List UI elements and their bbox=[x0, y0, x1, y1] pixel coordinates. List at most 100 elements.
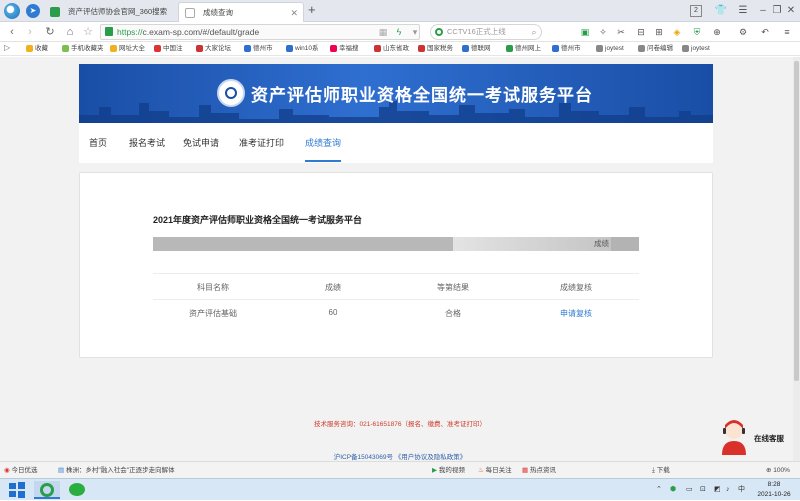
wechat-icon[interactable] bbox=[64, 481, 90, 499]
bookmark-item[interactable]: 德州网上 bbox=[506, 42, 541, 56]
bookmark-item[interactable]: 山东省政 bbox=[374, 42, 409, 56]
tray-volume-icon[interactable]: ♪ bbox=[726, 479, 730, 501]
new-tab-button[interactable]: + bbox=[308, 2, 316, 17]
nav-grade-query[interactable]: 成绩查询 bbox=[305, 136, 342, 162]
apply-review-link[interactable]: 申请复核 bbox=[513, 308, 639, 319]
search-input[interactable]: CCTV16正式上线 bbox=[430, 24, 542, 40]
site-icon bbox=[154, 45, 161, 52]
shirt-skin-icon[interactable]: 👕 bbox=[712, 2, 730, 20]
today-picks[interactable]: ◉ 今日优选 bbox=[4, 462, 37, 479]
sidebar-toggle-icon[interactable]: ▷ bbox=[4, 43, 10, 52]
bookmark-item[interactable]: 大家论坛 bbox=[196, 42, 231, 56]
column-header: 成绩复核 bbox=[560, 283, 592, 292]
tray-app-icon[interactable]: ⬢ bbox=[670, 479, 676, 501]
tab-label: 成绩查询 bbox=[203, 8, 233, 17]
bookmarks-bar: ▷ 收藏 手机收藏夹 网址大全 中国注 大家论坛 德州市 win10系 幸福搜 … bbox=[0, 42, 800, 56]
site-icon bbox=[462, 45, 469, 52]
refresh-icon[interactable]: ↻ bbox=[42, 23, 58, 41]
site-icon bbox=[418, 45, 425, 52]
site-icon bbox=[286, 45, 293, 52]
tab-search[interactable]: 资产评估师协会官网_360搜索 bbox=[44, 2, 178, 22]
tray-display-icon[interactable]: ⊡ bbox=[700, 479, 706, 501]
bookmark-item[interactable]: 德联网 bbox=[462, 42, 491, 56]
back-icon[interactable]: ‹ bbox=[4, 23, 20, 41]
scrollbar-thumb[interactable] bbox=[794, 61, 799, 381]
bookmark-item[interactable]: 问卷编辑 bbox=[638, 42, 673, 56]
scissors-icon[interactable]: ✂ bbox=[614, 25, 628, 39]
news-ticker[interactable]: ▤ 株洲：乡村"融入社会"正逐步走向解体 bbox=[58, 462, 175, 479]
bookmark-item[interactable]: 收藏 bbox=[26, 42, 48, 56]
subject-cell: 资产评估基础 bbox=[189, 309, 237, 318]
home-icon[interactable]: ⌂ bbox=[62, 23, 78, 41]
hot-icon: ▦ bbox=[522, 467, 530, 474]
chat-icon[interactable]: ▣ bbox=[578, 25, 592, 39]
bolt-icon[interactable]: ϟ bbox=[392, 25, 406, 39]
screenshot-icon[interactable]: ⊞ bbox=[652, 25, 666, 39]
site-icon bbox=[110, 45, 117, 52]
start-button-icon[interactable] bbox=[4, 481, 30, 499]
tab-grade[interactable]: 成绩查询 ✕ bbox=[178, 2, 304, 22]
news-icon: ▤ bbox=[58, 467, 66, 474]
nav-exemption[interactable]: 免试申请 bbox=[183, 136, 219, 149]
address-input[interactable]: https://c.exam-sp.com/#/default/grade bbox=[100, 24, 420, 40]
back-nav-icon[interactable]: ➤ bbox=[26, 4, 40, 18]
bookmark-item[interactable]: joytest bbox=[682, 42, 710, 56]
bookmark-item[interactable]: win10系 bbox=[286, 42, 318, 56]
browser-logo[interactable] bbox=[4, 3, 20, 19]
bookmark-item[interactable]: 幸福搜 bbox=[330, 42, 359, 56]
download-button[interactable]: ⤓ 下载 bbox=[652, 462, 670, 479]
sparkle-icon[interactable]: ✧ bbox=[596, 25, 610, 39]
site-banner: 资产评估师职业资格全国统一考试服务平台 bbox=[79, 64, 713, 123]
more-icon[interactable]: ≡ bbox=[780, 25, 794, 39]
customer-service-avatar-icon bbox=[722, 420, 746, 455]
my-videos[interactable]: ▶ 我的视频 bbox=[432, 462, 465, 479]
scrollbar[interactable] bbox=[793, 57, 800, 461]
dropdown-icon[interactable]: ▾ bbox=[408, 25, 422, 39]
search-engine-icon bbox=[435, 28, 443, 36]
bookmark-item[interactable]: 网址大全 bbox=[110, 42, 145, 56]
bookmark-item[interactable]: joytest bbox=[596, 42, 624, 56]
tray-battery-icon[interactable]: ▭ bbox=[686, 479, 693, 501]
close-window-icon[interactable]: ✕ bbox=[782, 2, 800, 20]
tray-network-icon[interactable]: ◩ bbox=[714, 479, 721, 501]
nav-registration[interactable]: 报名考试 bbox=[129, 136, 165, 149]
grid-icon[interactable]: ▦ bbox=[376, 25, 390, 39]
menu-icon[interactable]: ☰ bbox=[734, 2, 752, 20]
icp-policy-link[interactable]: 沪ICP备15043069号 《用户协议及隐私政策》 bbox=[0, 451, 800, 461]
support-hotline: 技术服务咨询：021-61651876（报名、缴费、准考证打印） bbox=[314, 421, 486, 428]
bookmark-item[interactable]: 手机收藏夹 bbox=[62, 42, 104, 56]
shield-icon[interactable]: ⛨ bbox=[690, 25, 704, 39]
bookmark-item[interactable]: 中国注 bbox=[154, 42, 183, 56]
star-icon[interactable]: ☆ bbox=[80, 23, 96, 41]
magnifier-icon[interactable]: ⌕ bbox=[527, 25, 541, 39]
online-service-label: 在线客服 bbox=[754, 434, 784, 443]
tray-up-icon[interactable]: ⌃ bbox=[656, 479, 662, 501]
nav-home[interactable]: 首页 bbox=[89, 136, 107, 149]
undo-icon[interactable]: ↶ bbox=[758, 25, 772, 39]
nav-admission-ticket[interactable]: 准考证打印 bbox=[239, 136, 284, 149]
online-service-widget[interactable]: 在线客服 bbox=[718, 417, 798, 461]
page-viewport[interactable]: 资产评估师职业资格全国统一考试服务平台 首页 报名考试 免试申请 准考证打印 成… bbox=[0, 57, 800, 461]
bookmark-item[interactable]: 国家税务 bbox=[418, 42, 453, 56]
clock-date: 2021-10-26 bbox=[757, 491, 791, 498]
extensions-icon[interactable]: ⊕ bbox=[710, 25, 724, 39]
site-icon bbox=[682, 45, 689, 52]
input-language[interactable]: 中 bbox=[738, 479, 745, 501]
page-counter-badge[interactable]: 2 bbox=[690, 5, 702, 17]
forward-icon[interactable]: › bbox=[22, 23, 38, 41]
system-clock[interactable]: 8:28 2021-10-26 bbox=[748, 480, 800, 500]
star-bookmark-icon bbox=[26, 45, 33, 52]
game-icon[interactable]: ◈ bbox=[670, 25, 684, 39]
daily-focus[interactable]: ♨ 每日关注 bbox=[478, 462, 512, 479]
bookmark-item[interactable]: 德州市 bbox=[552, 42, 581, 56]
settings-icon[interactable]: ⚙ bbox=[736, 25, 750, 39]
bookmark-item[interactable]: 德州市 bbox=[244, 42, 273, 56]
zoom-level[interactable]: ⊕ 100% bbox=[766, 462, 790, 479]
ie-browser-icon[interactable] bbox=[34, 481, 60, 499]
result-card: 2021年度资产评估师职业资格全国统一考试服务平台 成绩 科目名称 成绩 等第结… bbox=[79, 172, 713, 358]
close-tab-icon[interactable]: ✕ bbox=[290, 3, 298, 22]
phone-icon bbox=[62, 45, 69, 52]
translate-icon[interactable]: ⊟ bbox=[634, 25, 648, 39]
column-header: 科目名称 bbox=[197, 283, 229, 292]
hot-news[interactable]: ▦ 热点资讯 bbox=[522, 462, 556, 479]
